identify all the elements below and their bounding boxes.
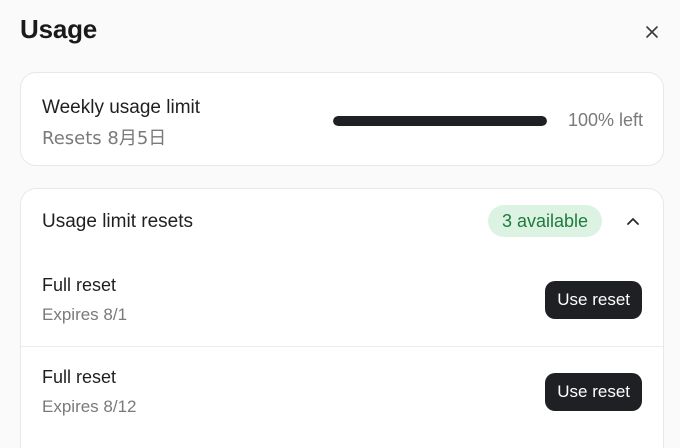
weekly-usage-card: Weekly usage limit Resets 8月5日 100% left [20,72,664,166]
page-title: Usage [20,14,98,44]
weekly-resets-date: Resets 8月5日 [42,128,167,149]
use-reset-button[interactable]: Use reset [545,373,642,411]
reset-item-title: Full reset [42,367,117,387]
resets-header: Usage limit resets [42,211,193,232]
available-badge: 3 available [488,205,603,237]
reset-item-title: Full reset [42,275,117,295]
close-button[interactable] [642,22,662,42]
reset-item: Full reset Expires 8/1 Use reset [21,255,663,347]
reset-item: Full reset Expires 8/12 Use reset [21,346,663,439]
usage-limit-resets-card: Usage limit resets 3 available Full rese… [20,188,664,448]
reset-item-expiry: Expires 8/1 [42,305,128,324]
usage-progress-bar [333,116,547,126]
use-reset-button[interactable]: Use reset [545,281,642,319]
usage-left-text: 100% left [567,110,643,130]
chevron-up-icon [627,218,639,225]
usage-progress-fill [333,116,547,126]
close-icon [646,26,658,38]
weekly-usage-label: Weekly usage limit [42,97,201,118]
reset-item-expiry: Expires 8/12 [42,397,137,416]
collapse-button[interactable] [623,211,643,231]
